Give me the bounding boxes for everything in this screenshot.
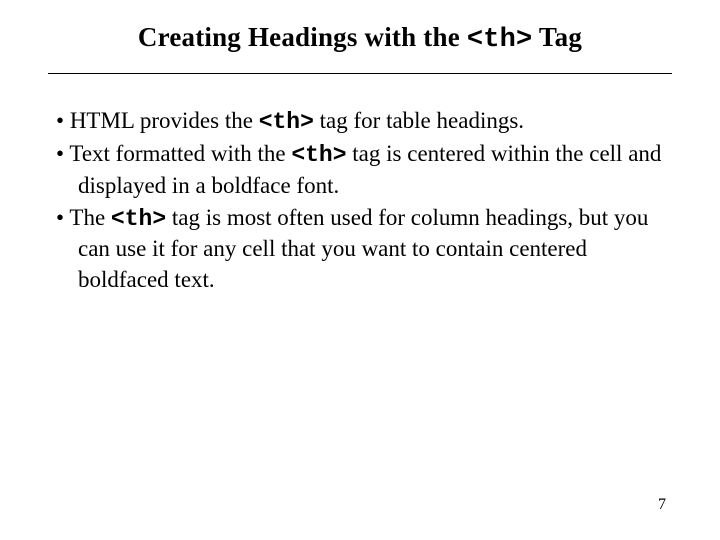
bullet-pre: HTML provides the bbox=[70, 108, 259, 133]
bullet-pre: Text formatted with the bbox=[69, 141, 291, 166]
bullet-list: HTML provides the <th> tag for table hea… bbox=[48, 106, 672, 295]
title-text-post: Tag bbox=[532, 22, 582, 52]
list-item: The <th> tag is most often used for colu… bbox=[56, 203, 672, 295]
title-code: <th> bbox=[467, 25, 533, 55]
slide-title: Creating Headings with the <th> Tag bbox=[48, 22, 672, 55]
bullet-code: <th> bbox=[259, 109, 314, 135]
list-item: Text formatted with the <th> tag is cent… bbox=[56, 139, 672, 201]
slide: Creating Headings with the <th> Tag HTML… bbox=[0, 0, 720, 540]
title-divider bbox=[48, 73, 672, 74]
title-text-pre: Creating Headings with the bbox=[138, 22, 467, 52]
bullet-code: <th> bbox=[111, 206, 166, 232]
bullet-pre: The bbox=[69, 205, 111, 230]
list-item: HTML provides the <th> tag for table hea… bbox=[56, 106, 672, 137]
bullet-post: tag for table headings. bbox=[314, 108, 524, 133]
page-number: 7 bbox=[658, 496, 666, 514]
bullet-code: <th> bbox=[291, 142, 346, 168]
